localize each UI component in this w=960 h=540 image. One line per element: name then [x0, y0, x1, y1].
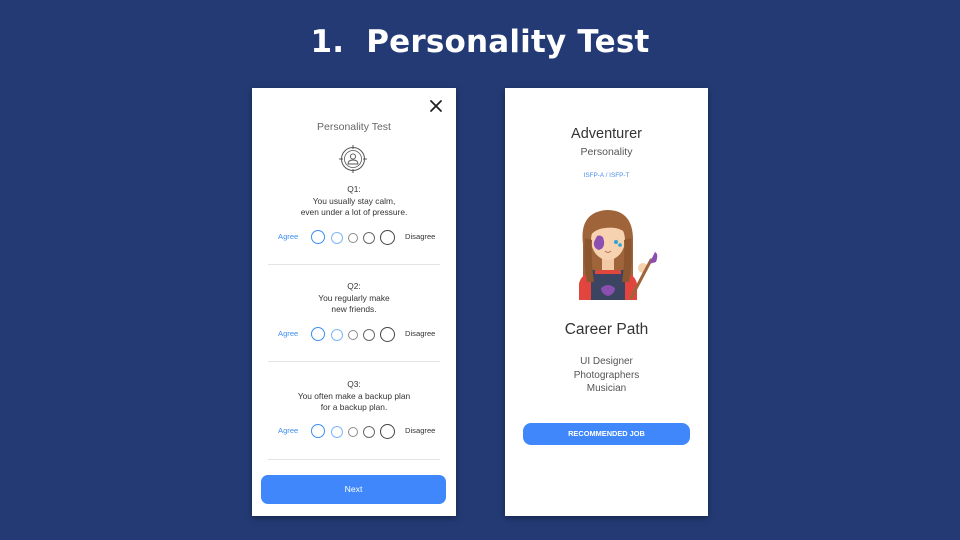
- personality-type-subtitle: Personality: [580, 146, 633, 158]
- agree-label: Agree: [278, 232, 299, 241]
- screen-title: Personality Test: [317, 121, 391, 133]
- question-text: You often make a backup plan for a backu…: [297, 390, 411, 413]
- divider: [268, 264, 440, 265]
- answer-option-1[interactable]: [311, 424, 325, 438]
- personality-result-screen: Adventurer Personality ISFP-A / ISFP-T C…: [505, 88, 708, 516]
- agree-label: Agree: [278, 329, 299, 338]
- personality-target-icon: [339, 145, 367, 173]
- answer-scale-2: Agree Disagree: [252, 325, 456, 345]
- career-item: Photographers: [573, 369, 640, 381]
- answer-option-3[interactable]: [348, 233, 358, 243]
- personality-type-code: ISFP-A / ISFP-T: [583, 172, 630, 179]
- slide-number: 1.: [310, 24, 345, 60]
- answer-option-1[interactable]: [311, 230, 325, 244]
- divider: [268, 361, 440, 362]
- answer-option-2[interactable]: [331, 329, 343, 341]
- answer-option-3[interactable]: [348, 427, 358, 437]
- disagree-label: Disagree: [405, 232, 436, 241]
- question-text: You usually stay calm, even under a lot …: [300, 195, 408, 218]
- answer-option-4[interactable]: [363, 426, 375, 438]
- question-number: Q2:: [347, 281, 361, 291]
- answer-option-2[interactable]: [331, 232, 343, 244]
- answer-scale-3: Agree Disagree: [252, 422, 456, 442]
- agree-label: Agree: [278, 426, 299, 435]
- disagree-label: Disagree: [405, 426, 436, 435]
- question-1: Q1: You usually stay calm, even under a …: [252, 184, 456, 219]
- answer-option-4[interactable]: [363, 232, 375, 244]
- answer-option-1[interactable]: [311, 327, 325, 341]
- answer-option-3[interactable]: [348, 330, 358, 340]
- slide-title: 1. Personality Test: [0, 24, 960, 60]
- answer-option-5[interactable]: [380, 230, 395, 245]
- question-number: Q3:: [347, 379, 361, 389]
- close-icon[interactable]: [429, 99, 443, 113]
- answer-option-4[interactable]: [363, 329, 375, 341]
- disagree-label: Disagree: [405, 329, 436, 338]
- career-path-title: Career Path: [564, 321, 649, 338]
- question-number: Q1:: [347, 184, 361, 194]
- career-item: UI Designer: [580, 356, 633, 367]
- answer-option-2[interactable]: [331, 426, 343, 438]
- divider: [268, 459, 440, 460]
- next-button[interactable]: Next: [261, 475, 446, 504]
- career-list: UI Designer Photographers Musician: [505, 355, 708, 396]
- slide-title-text: Personality Test: [366, 24, 650, 60]
- painter-girl-avatar: [579, 210, 658, 300]
- question-2: Q2: You regularly make new friends.: [252, 281, 456, 316]
- question-text: You regularly make new friends.: [318, 292, 390, 315]
- answer-option-5[interactable]: [380, 424, 395, 439]
- personality-type-name: Adventurer: [571, 126, 642, 142]
- question-3: Q3: You often make a backup plan for a b…: [252, 379, 456, 414]
- personality-test-screen: Personality Test Q1: You usually stay ca…: [252, 88, 456, 516]
- answer-scale-1: Agree Disagree: [252, 228, 456, 248]
- recommended-job-button[interactable]: RECOMMENDED JOB: [523, 423, 690, 445]
- answer-option-5[interactable]: [380, 327, 395, 342]
- career-item: Musician: [586, 383, 627, 395]
